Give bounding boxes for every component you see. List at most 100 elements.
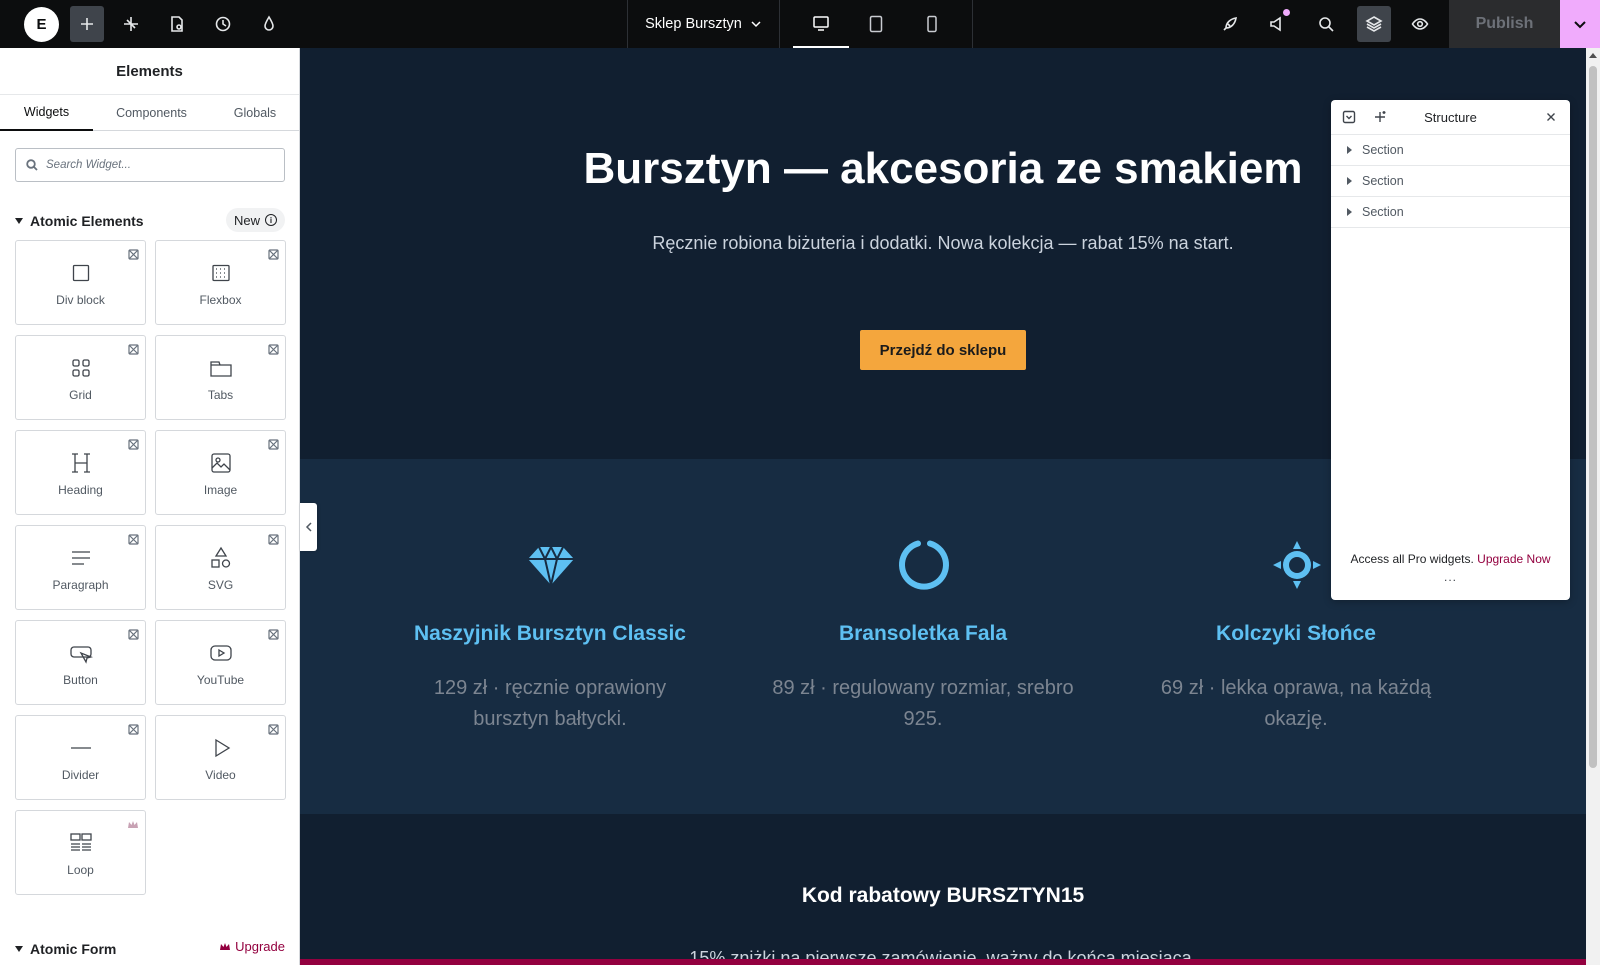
- mobile-icon: [927, 15, 937, 33]
- close-icon: [1547, 113, 1555, 121]
- tab-globals[interactable]: Globals: [210, 95, 299, 131]
- desktop-view-button[interactable]: [793, 0, 849, 48]
- widget-label: Tabs: [207, 388, 234, 402]
- site-planner-button[interactable]: [1213, 6, 1247, 42]
- preview-button[interactable]: [1403, 6, 1437, 42]
- panel-title: Elements: [0, 48, 299, 95]
- atomic-badge-icon: [128, 532, 139, 545]
- tabs-icon: [209, 361, 232, 377]
- product-title[interactable]: Bransoletka Fala: [733, 622, 1113, 646]
- button-icon: [69, 646, 93, 664]
- tablet-view-button[interactable]: [848, 0, 904, 48]
- structure-button[interactable]: [1357, 6, 1391, 42]
- product-title[interactable]: Kolczyki Słońce: [1106, 622, 1486, 646]
- category-atomic-form[interactable]: Atomic Form Upgrade: [15, 939, 285, 959]
- structure-row-section[interactable]: Section: [1331, 135, 1570, 166]
- device-switcher: [779, 0, 973, 48]
- scroll-thumb[interactable]: [1589, 66, 1597, 768]
- structure-panel: Structure Section Section Section Access…: [1331, 100, 1570, 600]
- widget-label: Loop: [67, 863, 94, 877]
- widget-video[interactable]: Video: [155, 715, 286, 800]
- caret-down-icon: [15, 218, 23, 224]
- atomic-badge-icon: [128, 722, 139, 735]
- product-card[interactable]: Bransoletka Fala 89 zł · regulowany rozm…: [733, 459, 1113, 814]
- upgrade-now-link[interactable]: Upgrade Now: [1477, 552, 1550, 566]
- atomic-badge-icon: [128, 627, 139, 640]
- history-button[interactable]: [206, 6, 240, 42]
- search-widget-input[interactable]: [46, 159, 266, 171]
- tab-widgets[interactable]: Widgets: [0, 95, 93, 131]
- product-description[interactable]: 69 zł · lekka oprawa, na każdą okazję.: [1141, 673, 1451, 735]
- upgrade-label: Upgrade: [235, 939, 285, 954]
- sparkle-icon: [124, 17, 138, 31]
- upgrade-link[interactable]: Upgrade: [219, 939, 285, 954]
- structure-header: Structure: [1331, 100, 1570, 135]
- category-atomic-elements[interactable]: Atomic Elements New i: [15, 208, 285, 232]
- canvas-scrollbar[interactable]: [1586, 48, 1600, 965]
- atomic-badge-icon: [128, 247, 139, 260]
- page-settings-button[interactable]: [160, 6, 194, 42]
- product-card[interactable]: Naszyjnik Bursztyn Classic 129 zł · ręcz…: [360, 459, 740, 814]
- history-icon: [215, 16, 231, 32]
- widget-heading[interactable]: Heading: [15, 430, 146, 515]
- circle-notch-icon: [899, 540, 949, 590]
- widget-div-block[interactable]: Div block: [15, 240, 146, 325]
- layers-icon: [1365, 16, 1383, 32]
- site-settings-button[interactable]: [252, 6, 286, 42]
- publish-button[interactable]: Publish: [1449, 0, 1560, 48]
- search-widget-field[interactable]: [15, 148, 285, 182]
- publish-options-button[interactable]: [1560, 0, 1600, 48]
- droplet-icon: [264, 15, 274, 31]
- heading-icon: [71, 453, 90, 473]
- shop-cta-button[interactable]: Przejdź do sklepu: [860, 330, 1026, 370]
- atomic-badge-icon: [268, 437, 279, 450]
- widget-svg[interactable]: SVG: [155, 525, 286, 610]
- widget-tabs[interactable]: Tabs: [155, 335, 286, 420]
- caret-right-icon[interactable]: [1347, 208, 1352, 216]
- product-description[interactable]: 129 zł · ręcznie oprawiony bursztyn bałt…: [395, 673, 705, 735]
- collapse-panel-button[interactable]: [300, 503, 317, 551]
- widget-paragraph[interactable]: Paragraph: [15, 525, 146, 610]
- divider-icon: [70, 747, 91, 749]
- top-bar: E Sklep Bursztyn Publish: [0, 0, 1600, 48]
- new-badge[interactable]: New i: [225, 208, 285, 232]
- tab-components[interactable]: Components: [93, 95, 210, 131]
- info-icon: i: [265, 214, 277, 226]
- category-label: Atomic Form: [30, 941, 117, 957]
- notification-dot: [1283, 9, 1290, 16]
- ai-button[interactable]: [114, 6, 148, 42]
- widget-button[interactable]: Button: [15, 620, 146, 705]
- plus-icon: [81, 18, 93, 30]
- product-description[interactable]: 89 zł · regulowany rozmiar, srebro 925.: [768, 673, 1078, 735]
- page-settings-icon: [171, 16, 183, 32]
- promo-section[interactable]: Kod rabatowy BURSZTYN15 15% zniżki na pi…: [300, 814, 1586, 965]
- elementor-logo[interactable]: E: [24, 7, 59, 42]
- pro-promo: Access all Pro widgets. Upgrade Now: [1331, 552, 1570, 566]
- widget-grid[interactable]: Grid: [15, 335, 146, 420]
- desktop-icon: [813, 16, 829, 31]
- widget-loop[interactable]: Loop: [15, 810, 146, 895]
- finder-button[interactable]: [1309, 6, 1343, 42]
- widget-image[interactable]: Image: [155, 430, 286, 515]
- structure-row-section[interactable]: Section: [1331, 197, 1570, 228]
- product-title[interactable]: Naszyjnik Bursztyn Classic: [360, 622, 740, 646]
- add-element-button[interactable]: [70, 6, 104, 42]
- widget-label: Divider: [61, 768, 100, 782]
- structure-row-label: Section: [1362, 143, 1404, 157]
- widget-flexbox[interactable]: Flexbox: [155, 240, 286, 325]
- widget-label: Image: [203, 483, 238, 497]
- caret-right-icon[interactable]: [1347, 177, 1352, 185]
- document-title-dropdown[interactable]: Sklep Bursztyn: [627, 0, 779, 48]
- flexbox-icon: [211, 264, 230, 282]
- caret-down-icon: [15, 946, 23, 952]
- caret-right-icon[interactable]: [1347, 146, 1352, 154]
- crown-icon: [220, 942, 231, 950]
- structure-row-section[interactable]: Section: [1331, 166, 1570, 197]
- promo-title[interactable]: Kod rabatowy BURSZTYN15: [300, 884, 1586, 908]
- widget-divider[interactable]: Divider: [15, 715, 146, 800]
- widget-youtube[interactable]: YouTube: [155, 620, 286, 705]
- scroll-up-arrow[interactable]: [1589, 53, 1597, 58]
- more-dots[interactable]: ...: [1331, 570, 1570, 584]
- close-structure-button[interactable]: [1544, 110, 1558, 124]
- mobile-view-button[interactable]: [904, 0, 960, 48]
